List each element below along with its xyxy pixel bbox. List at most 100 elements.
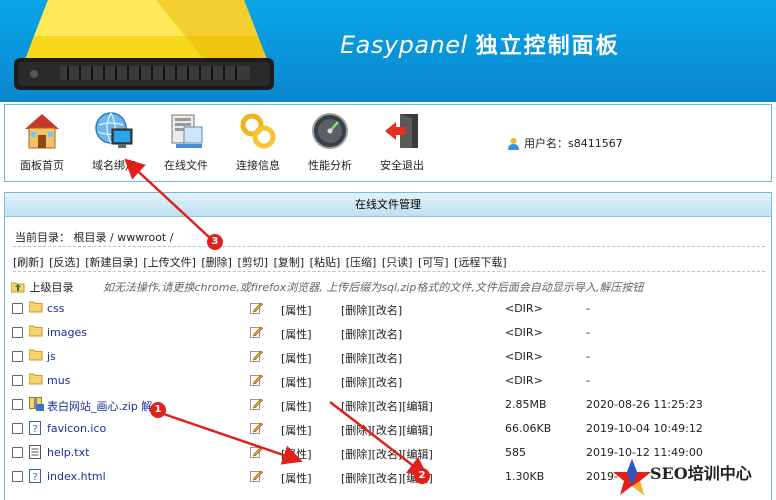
nav-item-connection[interactable]: 连接信息 xyxy=(223,111,293,173)
row-checkbox[interactable] xyxy=(12,471,23,482)
row-delete-button[interactable]: [删除] xyxy=(341,304,372,317)
row-attribute-button[interactable]: [属性] xyxy=(281,422,312,438)
row-rename-button[interactable]: [改名] xyxy=(372,400,403,413)
row-checkbox[interactable] xyxy=(12,423,23,434)
folder-icon xyxy=(28,373,43,388)
pencil-edit-icon[interactable] xyxy=(250,325,263,341)
row-delete-button[interactable]: [删除] xyxy=(341,448,372,461)
invert-select-button[interactable]: [反选] xyxy=(49,256,80,269)
username: s8411567 xyxy=(568,137,623,150)
exit-door-icon xyxy=(385,114,418,148)
nav-item-home[interactable]: 面板首页 xyxy=(7,111,77,173)
delete-button[interactable]: [删除] xyxy=(201,256,232,269)
row-delete-button[interactable]: [删除] xyxy=(341,376,372,389)
pencil-edit-icon[interactable] xyxy=(250,469,263,485)
compress-button[interactable]: [压缩] xyxy=(346,256,377,269)
file-name-link[interactable]: js xyxy=(47,350,56,363)
nav-item-label: 在线文件 xyxy=(164,159,208,172)
row-edit-button[interactable]: [编辑] xyxy=(402,400,433,413)
file-toolbar: [刷新] [反选] [新建目录] [上传文件] [删除] [剪切] [复制] [… xyxy=(13,254,509,270)
panel-title: 在线文件管理 xyxy=(5,193,771,217)
parent-directory-link[interactable]: 上级目录 xyxy=(10,279,74,295)
row-rename-button[interactable]: [改名] xyxy=(372,448,403,461)
table-row: images [属性] [删除][改名] <DIR> - xyxy=(5,321,771,345)
file-name-link[interactable]: help.txt xyxy=(47,446,89,459)
file-name-link[interactable]: images xyxy=(47,326,87,339)
row-edit-button[interactable]: [编辑] xyxy=(402,424,433,437)
file-size: <DIR> xyxy=(505,302,543,315)
row-delete-button[interactable]: [删除] xyxy=(341,400,372,413)
file-name-link[interactable]: css xyxy=(47,302,65,315)
new-folder-button[interactable]: [新建目录] xyxy=(85,256,138,269)
row-rename-button[interactable]: [改名] xyxy=(372,304,403,317)
row-checkbox[interactable] xyxy=(12,303,23,314)
pencil-edit-icon[interactable] xyxy=(250,349,263,365)
row-actions: [删除][改名][编辑] xyxy=(341,446,433,462)
row-checkbox[interactable] xyxy=(12,399,23,410)
readonly-button[interactable]: [只读] xyxy=(382,256,413,269)
row-delete-button[interactable]: [删除] xyxy=(341,472,372,485)
row-attribute-button[interactable]: [属性] xyxy=(281,374,312,390)
row-checkbox[interactable] xyxy=(12,447,23,458)
row-attribute-button[interactable]: [属性] xyxy=(281,398,312,414)
row-checkbox[interactable] xyxy=(12,375,23,386)
house-icon xyxy=(25,114,59,149)
row-actions: [删除][改名] xyxy=(341,326,402,342)
copy-button[interactable]: [复制] xyxy=(274,256,305,269)
server-rack-logo-icon xyxy=(14,0,274,90)
file-name-link[interactable]: 表白网站_画心.zip 解 xyxy=(47,398,152,414)
breadcrumb-root[interactable]: 根目录 xyxy=(74,231,107,244)
table-row: 表白网站_画心.zip 解 [属性] [删除][改名][编辑] 2.85MB 2020-… xyxy=(5,393,771,417)
row-attribute-button[interactable]: [属性] xyxy=(281,326,312,342)
text-file-icon xyxy=(29,445,41,462)
star-logo-icon xyxy=(613,459,651,495)
divider xyxy=(13,246,765,247)
pencil-edit-icon[interactable] xyxy=(250,397,263,413)
svg-text:?: ? xyxy=(32,472,37,483)
file-size: 2.85MB xyxy=(505,398,547,411)
pencil-edit-icon[interactable] xyxy=(250,373,263,389)
row-rename-button[interactable]: [改名] xyxy=(372,472,403,485)
file-date: - xyxy=(586,350,590,363)
paste-button[interactable]: [粘贴] xyxy=(310,256,341,269)
nav-item-performance[interactable]: 性能分析 xyxy=(295,111,365,173)
row-attribute-button[interactable]: [属性] xyxy=(281,350,312,366)
pencil-edit-icon[interactable] xyxy=(250,445,263,461)
row-delete-button[interactable]: [删除] xyxy=(341,352,372,365)
pencil-edit-icon[interactable] xyxy=(250,301,263,317)
row-attribute-button[interactable]: [属性] xyxy=(281,302,312,318)
nav-item-label: 安全退出 xyxy=(380,159,424,172)
nav-item-label: 面板首页 xyxy=(20,159,64,172)
annotation-badge-1: 1 xyxy=(150,402,166,418)
writable-button[interactable]: [可写] xyxy=(418,256,449,269)
file-name-link[interactable]: mus xyxy=(47,374,70,387)
breadcrumb-wwwroot[interactable]: wwwroot xyxy=(117,231,166,244)
upload-button[interactable]: [上传文件] xyxy=(143,256,196,269)
file-name-link[interactable]: index.html xyxy=(47,470,106,483)
row-delete-button[interactable]: [删除] xyxy=(341,328,372,341)
divider xyxy=(13,271,765,272)
pencil-edit-icon[interactable] xyxy=(250,421,263,437)
cut-button[interactable]: [剪切] xyxy=(237,256,268,269)
file-date: - xyxy=(586,374,590,387)
refresh-button[interactable]: [刷新] xyxy=(13,256,44,269)
remote-download-button[interactable]: [远程下载] xyxy=(454,256,507,269)
row-rename-button[interactable]: [改名] xyxy=(372,352,403,365)
row-delete-button[interactable]: [删除] xyxy=(341,424,372,437)
row-edit-button[interactable]: [编辑] xyxy=(402,448,433,461)
row-attribute-button[interactable]: [属性] xyxy=(281,470,312,486)
row-checkbox[interactable] xyxy=(12,327,23,338)
nav-item-label: 连接信息 xyxy=(236,159,280,172)
row-attribute-button[interactable]: [属性] xyxy=(281,446,312,462)
file-name-link[interactable]: favicon.ico xyxy=(47,422,106,435)
nav-item-logout[interactable]: 安全退出 xyxy=(367,111,437,173)
row-rename-button[interactable]: [改名] xyxy=(372,424,403,437)
row-checkbox[interactable] xyxy=(12,351,23,362)
file-date: - xyxy=(586,302,590,315)
file-size: 1.30KB xyxy=(505,470,545,483)
nav-item-files[interactable]: 在线文件 xyxy=(151,111,221,173)
row-rename-button[interactable]: [改名] xyxy=(372,376,403,389)
folder-icon xyxy=(28,325,43,340)
nav-item-domain[interactable]: 域名绑定 xyxy=(79,111,149,173)
row-rename-button[interactable]: [改名] xyxy=(372,328,403,341)
